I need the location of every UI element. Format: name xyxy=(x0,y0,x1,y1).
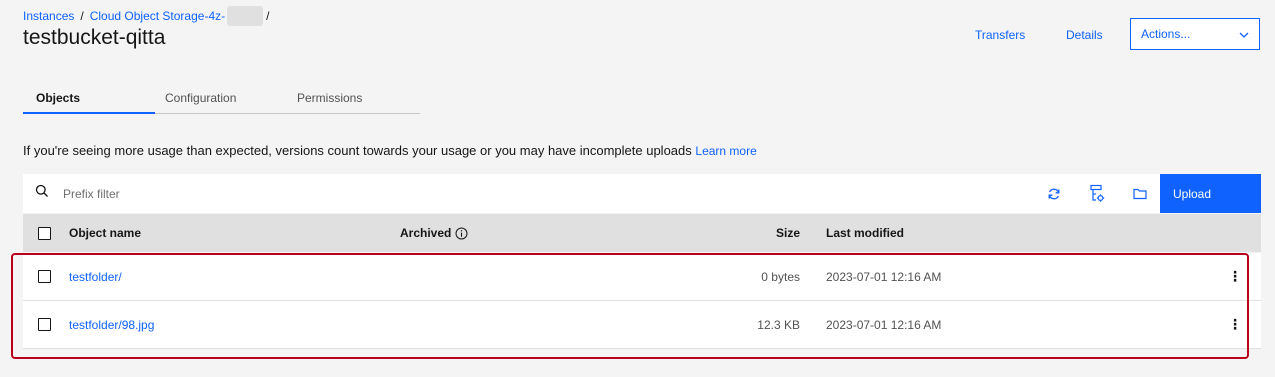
actions-dropdown-label: Actions... xyxy=(1141,27,1191,41)
tab-configuration[interactable]: Configuration xyxy=(155,86,287,113)
transfers-link[interactable]: Transfers xyxy=(975,28,1025,42)
upload-button[interactable]: Upload xyxy=(1160,174,1261,213)
object-toolbar: Upload xyxy=(23,174,1261,213)
settings-view-icon[interactable] xyxy=(1077,174,1117,213)
breadcrumb-instances-link[interactable]: Instances xyxy=(23,9,74,23)
redacted-text xyxy=(227,6,264,26)
overflow-menu-icon[interactable]: ⋮ xyxy=(1228,253,1242,300)
usage-notice-text: If you're seeing more usage than expecte… xyxy=(23,143,692,158)
table-row[interactable]: testfolder/98.jpg 12.3 KB 2023-07-01 12:… xyxy=(23,301,1261,349)
object-last-modified: 2023-07-01 12:16 AM xyxy=(826,317,942,332)
prefix-filter-input[interactable] xyxy=(63,174,963,213)
search-icon xyxy=(35,184,49,203)
row-checkbox[interactable] xyxy=(38,253,51,300)
table-header: Object name Archived Size Last modified xyxy=(23,214,1261,252)
refresh-icon[interactable] xyxy=(1034,174,1074,213)
column-header-archived-label: Archived xyxy=(400,226,452,240)
tab-permissions[interactable]: Permissions xyxy=(287,86,419,113)
details-link[interactable]: Details xyxy=(1066,28,1103,42)
breadcrumb-separator: / xyxy=(80,9,84,23)
object-size: 12.3 KB xyxy=(757,317,800,332)
breadcrumb: Instances / Cloud Object Storage-4z- / xyxy=(23,6,269,26)
learn-more-link[interactable]: Learn more xyxy=(695,144,756,158)
select-all-checkbox[interactable] xyxy=(38,214,51,252)
object-name-link[interactable]: testfolder/ xyxy=(69,253,122,300)
actions-dropdown[interactable]: Actions... xyxy=(1130,18,1260,50)
row-checkbox[interactable] xyxy=(38,301,51,348)
chevron-down-icon xyxy=(1239,27,1249,41)
column-header-name[interactable]: Object name xyxy=(69,214,141,252)
column-header-archived: Archived xyxy=(400,214,468,252)
breadcrumb-trail: / xyxy=(266,9,270,23)
folder-icon[interactable] xyxy=(1120,174,1160,213)
tab-list: Objects Configuration Permissions xyxy=(23,86,420,114)
object-last-modified: 2023-07-01 12:16 AM xyxy=(826,269,942,284)
usage-notice: If you're seeing more usage than expecte… xyxy=(23,143,757,158)
column-header-last-modified[interactable]: Last modified xyxy=(826,214,904,252)
column-header-size[interactable]: Size xyxy=(776,214,800,252)
object-size: 0 bytes xyxy=(761,269,800,284)
object-name-link[interactable]: testfolder/98.jpg xyxy=(69,301,154,348)
page-title: testbucket-qitta xyxy=(23,26,166,49)
overflow-menu-icon[interactable]: ⋮ xyxy=(1228,301,1242,348)
breadcrumb-instance-link[interactable]: Cloud Object Storage-4z- xyxy=(90,9,225,23)
tab-objects[interactable]: Objects xyxy=(23,86,155,114)
info-icon[interactable] xyxy=(455,227,468,240)
table-row[interactable]: testfolder/ 0 bytes 2023-07-01 12:16 AM … xyxy=(23,253,1261,301)
